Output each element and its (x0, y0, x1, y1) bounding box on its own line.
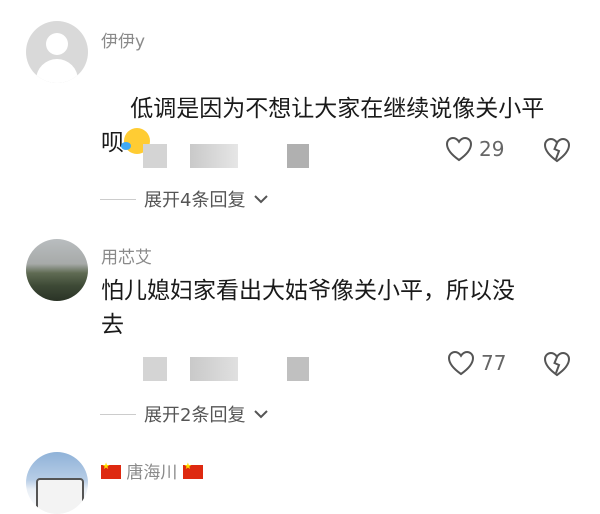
blurred-metadata (287, 144, 309, 168)
heart-outline-icon (445, 136, 473, 162)
expand-replies-button[interactable]: 展开2条回复 (100, 401, 269, 427)
blurred-metadata (143, 357, 167, 381)
avatar[interactable] (26, 452, 88, 514)
avatar-head (46, 33, 68, 55)
username[interactable]: 伊伊y (101, 27, 145, 52)
broken-heart-icon[interactable] (542, 137, 572, 163)
username[interactable]: 用芯艾 (101, 243, 152, 268)
comment-text: 低调是因为不想让大家在继续说像关小平 呗 (101, 58, 571, 194)
like-count: 77 (481, 351, 507, 375)
avatar[interactable] (26, 21, 88, 83)
like-button[interactable]: 29 (445, 136, 504, 162)
comment-text: 怕儿媳妇家看出大姑爷像关小平，所以没 去 (101, 278, 515, 338)
expand-replies-label: 展开4条回复 (144, 190, 246, 211)
divider (100, 413, 136, 415)
chevron-down-icon (254, 195, 269, 204)
expand-replies-button[interactable]: 展开4条回复 (100, 186, 269, 212)
expand-replies-label: 展开2条回复 (144, 405, 246, 426)
blurred-metadata (143, 144, 167, 168)
blurred-metadata (190, 144, 238, 168)
blurred-metadata (287, 357, 309, 381)
username[interactable]: 唐海川 (101, 458, 203, 483)
like-count: 29 (479, 137, 505, 161)
china-flag-icon (101, 462, 121, 479)
avatar-truck (36, 478, 84, 514)
china-flag-icon (182, 462, 203, 479)
chevron-down-icon (254, 410, 269, 419)
like-button[interactable]: 77 (447, 350, 506, 376)
broken-heart-icon[interactable] (542, 351, 572, 377)
avatar[interactable] (26, 239, 88, 301)
username-label: 唐海川 (126, 463, 178, 483)
avatar-body (36, 59, 78, 83)
divider (100, 198, 136, 200)
blurred-metadata (190, 357, 238, 381)
heart-outline-icon (447, 350, 475, 376)
